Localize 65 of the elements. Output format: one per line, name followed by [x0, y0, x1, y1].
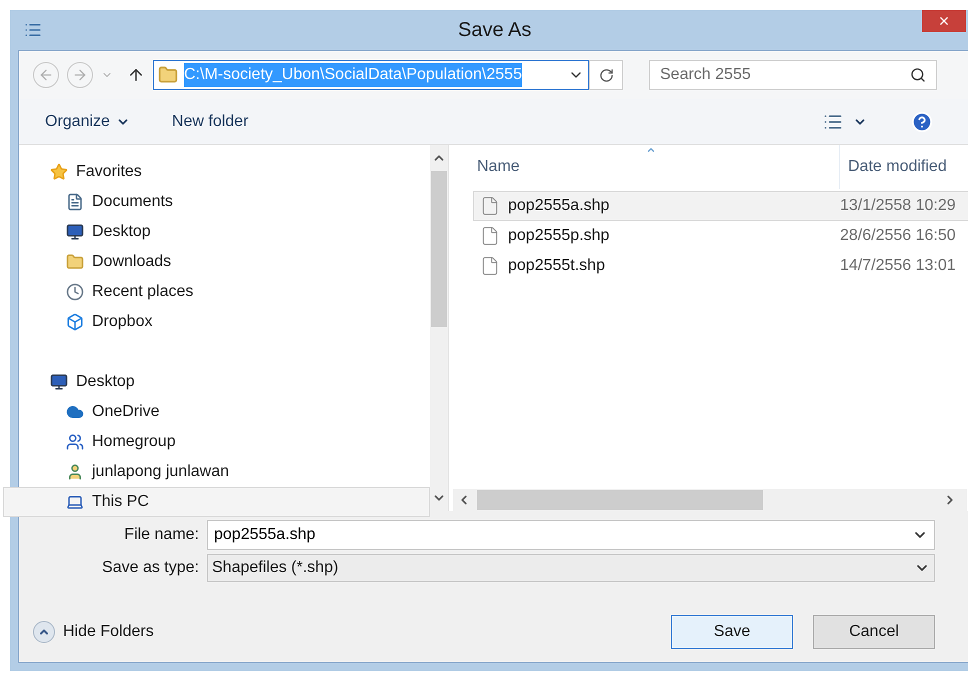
dialog-button[interactable]: Save [671, 615, 793, 649]
hide-folders-button[interactable]: Hide Folders [33, 620, 154, 644]
scrollbar-thumb[interactable] [431, 171, 447, 327]
search-field[interactable]: Search 2555 [649, 60, 937, 90]
vertical-scrollbar[interactable] [430, 145, 448, 511]
sidebar-item[interactable]: Homegroup [3, 427, 430, 457]
file-icon [480, 196, 500, 216]
sidebar-item[interactable]: Desktop [3, 367, 430, 397]
user-icon [66, 463, 84, 481]
file-type-select[interactable]: Shapefiles (*.shp) [207, 554, 935, 582]
sidebar-item[interactable]: Downloads [3, 247, 430, 277]
column-header[interactable]: Name [449, 145, 839, 189]
file-name-input[interactable]: pop2555a.shp [214, 523, 912, 547]
clock-icon [66, 283, 84, 301]
window-icon [24, 21, 42, 39]
search-icon[interactable] [910, 67, 926, 83]
forward-arrow-icon [72, 67, 88, 83]
up-button-icon[interactable] [127, 66, 145, 84]
horizontal-scrollbar[interactable] [453, 489, 967, 511]
dialog-button[interactable]: Cancel [813, 615, 935, 649]
sidebar-item[interactable]: Dropbox [3, 307, 430, 337]
document-icon [66, 193, 84, 211]
file-name: pop2555p.shp [508, 226, 610, 246]
window-title: Save As [458, 18, 532, 43]
people-icon [66, 433, 84, 451]
sidebar-item[interactable]: OneDrive [3, 397, 430, 427]
file-icon [480, 256, 500, 276]
file-row[interactable]: pop2555t.shp 14/7/2556 13:01 [473, 251, 968, 281]
cloud-icon [66, 403, 84, 421]
file-icon [480, 226, 500, 246]
refresh-button[interactable] [589, 60, 623, 90]
sidebar-item[interactable]: Desktop [3, 217, 430, 247]
computer-icon [66, 493, 84, 511]
folder-icon [158, 65, 178, 85]
collapse-icon [33, 621, 55, 643]
close-button[interactable]: × [922, 10, 966, 32]
search-input[interactable]: Search 2555 [660, 63, 910, 87]
monitor-icon [66, 223, 84, 241]
sidebar-item[interactable]: Recent places [3, 277, 430, 307]
file-date: 28/6/2556 16:50 [840, 226, 956, 246]
help-icon[interactable] [911, 110, 933, 132]
sidebar-item[interactable]: This PC [3, 487, 430, 517]
file-row[interactable]: pop2555p.shp 28/6/2556 16:50 [473, 221, 968, 251]
address-path: C:\M-society_Ubon\SocialData\Population\2555 [184, 63, 522, 87]
new-folder-button[interactable]: New folder [172, 110, 248, 134]
organize-button[interactable]: Organize [45, 110, 130, 134]
folder-icon [66, 253, 84, 271]
file-row[interactable]: pop2555a.shp 13/1/2558 10:29 [473, 191, 968, 221]
scrollbar-thumb[interactable] [477, 490, 763, 510]
sidebar-item[interactable]: Favorites [3, 157, 430, 187]
refresh-icon [598, 68, 614, 82]
star-icon [50, 163, 68, 181]
sidebar-item[interactable]: junlapong junlawan [3, 457, 430, 487]
file-name: pop2555t.shp [508, 256, 606, 276]
monitor-icon [50, 373, 68, 391]
file-date: 14/7/2556 13:01 [840, 256, 956, 276]
field-label: Save as type: [101, 558, 200, 578]
sidebar-item[interactable]: Documents [3, 187, 430, 217]
field-label: File name: [123, 525, 200, 545]
file-name-field[interactable]: pop2555a.shp [207, 520, 935, 550]
column-header[interactable]: Date modified [839, 145, 968, 189]
box-icon [66, 313, 84, 331]
file-name: pop2555a.shp [508, 196, 610, 216]
file-date: 13/1/2558 10:29 [840, 196, 956, 216]
sort-indicator-icon [645, 145, 657, 155]
